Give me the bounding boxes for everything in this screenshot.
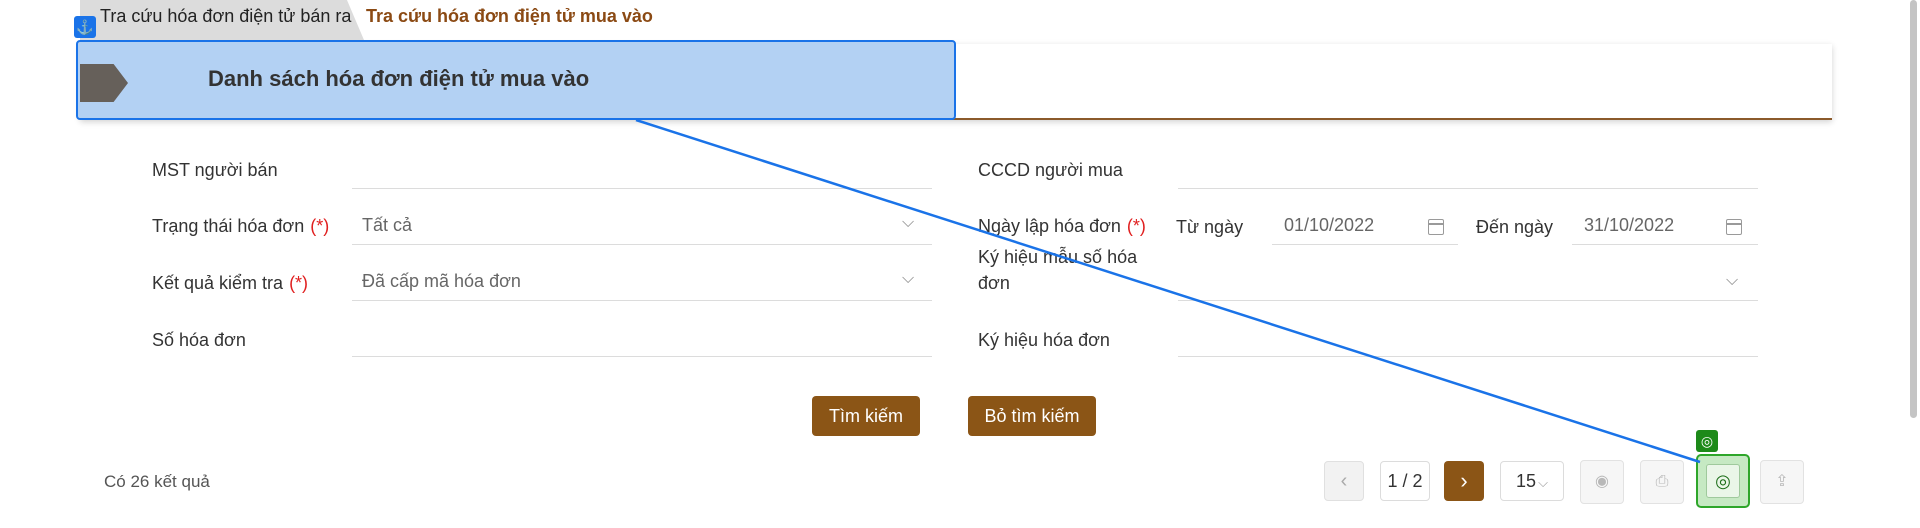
- scrollbar-thumb[interactable]: [1910, 0, 1917, 418]
- annotation-connector: [635, 118, 1701, 464]
